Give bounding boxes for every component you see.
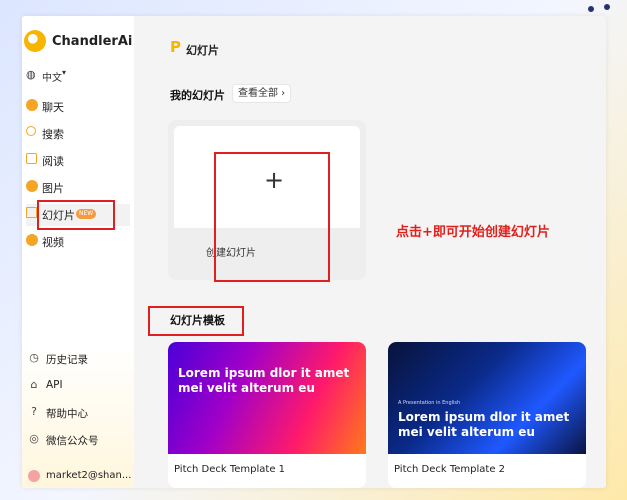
sidebar-item-image[interactable]: 图片 [26, 177, 130, 199]
sidebar-item-search[interactable]: 搜索 [26, 123, 130, 145]
sidebar-item-chat[interactable]: 聊天 [26, 96, 130, 118]
template-kicker: A Presentation in English [398, 400, 461, 406]
template-heading: Lorem ipsum dlor it amet mei velit alter… [178, 366, 350, 395]
search-icon [26, 126, 36, 136]
template-name: Pitch Deck Template 2 [394, 464, 506, 475]
decor-dot [588, 6, 594, 12]
slides-logo-icon: P [170, 38, 181, 56]
template-thumbnail: Lorem ipsum dlor it amet mei velit alter… [168, 342, 366, 454]
sidebar-item-label: 阅读 [42, 155, 64, 168]
globe-icon: ◍ [26, 68, 36, 81]
my-slides-title: 我的幻灯片 [170, 89, 225, 102]
sidebar-item-label: 图片 [42, 182, 64, 195]
brand-name: ChandlerAi [52, 34, 133, 49]
brand[interactable]: ChandlerAi [22, 30, 134, 54]
history-icon: ◷ [29, 351, 39, 364]
sidebar-item-video[interactable]: 视频 [26, 231, 130, 253]
template-name: Pitch Deck Template 1 [174, 464, 286, 475]
bottom-item-label: API [46, 379, 63, 391]
app-window: ChandlerAi ◍ 中文 ▾ 聊天 搜索 阅读 图片 幻灯片 NEW 视频… [22, 16, 606, 488]
sidebar-item-read[interactable]: 阅读 [26, 150, 130, 172]
main-content: P 幻灯片 我的幻灯片 查看全部 › + 创建幻灯片 点击+即可开始创建幻灯片 … [134, 16, 606, 488]
decor-dot [604, 4, 610, 10]
view-all-button[interactable]: 查看全部 › [232, 84, 292, 103]
slides-icon [26, 207, 37, 218]
template-thumbnail: A Presentation in English Lorem ipsum dl… [388, 342, 586, 454]
chat-icon [26, 99, 38, 111]
video-icon [26, 234, 38, 246]
annotation-box [148, 306, 244, 336]
annotation-box [214, 152, 330, 282]
template-card[interactable]: Lorem ipsum dlor it amet mei velit alter… [168, 342, 366, 488]
caret-down-icon: ▾ [62, 68, 67, 77]
sidebar-item-label: 搜索 [42, 128, 64, 141]
api-icon: ⌂ [30, 378, 38, 391]
template-heading: Lorem ipsum dlor it amet mei velit alter… [398, 410, 570, 439]
bottom-item-label: 帮助中心 [46, 408, 88, 420]
language-selector[interactable]: ◍ 中文 ▾ [26, 68, 126, 84]
help-link[interactable]: ? 帮助中心 [28, 405, 132, 423]
template-card[interactable]: A Presentation in English Lorem ipsum dl… [388, 342, 586, 488]
wechat-link[interactable]: ◎ 微信公众号 [28, 432, 132, 450]
history-link[interactable]: ◷ 历史记录 [28, 351, 132, 369]
annotation-box [37, 200, 115, 230]
annotation-hint: 点击+即可开始创建幻灯片 [396, 225, 550, 240]
sidebar-item-label: 视频 [42, 236, 64, 249]
wechat-icon: ◎ [29, 432, 39, 445]
book-icon [26, 153, 37, 164]
language-label: 中文 [42, 73, 62, 84]
help-icon: ? [31, 405, 37, 418]
sidebar-item-label: 聊天 [42, 101, 64, 114]
bottom-item-label: 历史记录 [46, 354, 88, 366]
user-account[interactable]: market2@shan... [28, 468, 132, 486]
sidebar: ChandlerAi ◍ 中文 ▾ 聊天 搜索 阅读 图片 幻灯片 NEW 视频… [22, 16, 134, 488]
api-link[interactable]: ⌂ API [28, 378, 132, 396]
logo-icon [24, 30, 46, 52]
page-title: 幻灯片 [186, 44, 219, 57]
bottom-item-label: 微信公众号 [46, 435, 99, 447]
avatar [28, 470, 40, 482]
user-email: market2@shan... [46, 470, 132, 481]
image-icon [26, 180, 38, 192]
